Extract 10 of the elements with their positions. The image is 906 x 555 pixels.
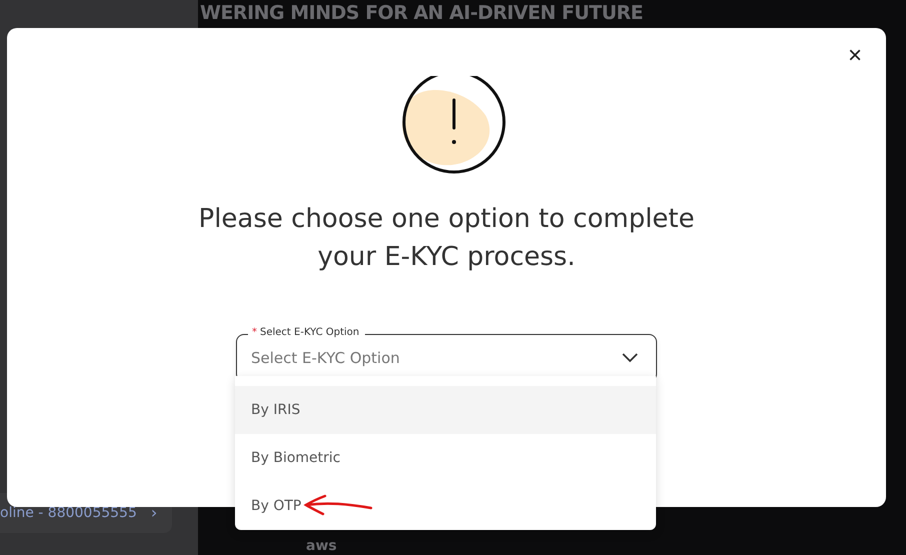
chevron-down-icon (622, 353, 638, 363)
banner-headline: WERING MINDS FOR AN AI-DRIVEN FUTURE (200, 1, 644, 25)
menu-option[interactable]: By IRIS (235, 386, 656, 434)
logo-text: aws (306, 538, 338, 555)
chevron-icon: › (150, 505, 158, 521)
menu-option[interactable]: By Biometric (235, 434, 656, 482)
menu-option[interactable]: By OTP (235, 482, 656, 530)
close-button[interactable]: × (844, 44, 866, 68)
dialog-message: Please choose one option to complete your E-KYC process. (198, 203, 696, 274)
helpline-text: oline - 8800055555 (0, 505, 137, 521)
